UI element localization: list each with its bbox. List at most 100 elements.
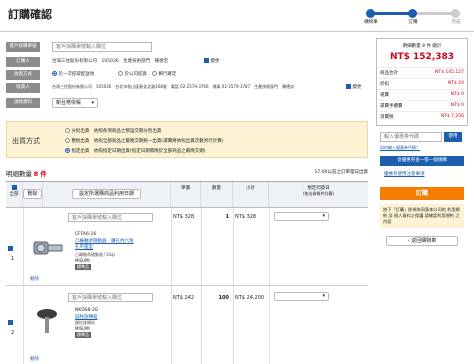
quantity[interactable]: 1: [201, 214, 229, 220]
quote-button[interactable]: 從優惠券查一張一個請購: [380, 156, 464, 166]
product-image: [30, 232, 64, 262]
radio-icon: [118, 71, 123, 76]
payment-label: 請款資料: [6, 98, 40, 108]
delivery-option-1[interactable]: 於一次提取配送地: [52, 71, 94, 77]
standard-badge: 標準品: [75, 264, 91, 270]
items-title: 明細數量: [6, 170, 32, 178]
delivery-option-2[interactable]: 於公司提貨: [118, 71, 147, 77]
receiver-info: 台灣三住股份有限公司 105036 台北市松山區敦化北路168號 電話 02-2…: [52, 84, 295, 89]
summary-row: 折扣 NT$ 24: [377, 78, 467, 89]
quantity[interactable]: 100: [201, 295, 229, 301]
unit-price: NT$ 328: [173, 214, 195, 220]
radio-icon: [65, 128, 70, 133]
chevron-down-icon: ▾: [322, 213, 325, 219]
bulk-date-button[interactable]: 設定所選購商品利用日期: [71, 189, 141, 199]
summary-box: 明細數量 8 件 總計 NT$ 152,383 商品合計 NT$ 145,127 …: [376, 38, 468, 126]
coupon-input[interactable]: [380, 132, 442, 142]
receiver-label: 收貨人: [6, 83, 40, 93]
items-table: 全部 刪除 設定所選購商品利用日期 單價 數量 小計 預定到貨日 (依出貨條件計算…: [6, 181, 368, 364]
shipping-option-1[interactable]: 分批出貨 依照各項商品之預設交期分別出貨: [65, 128, 161, 134]
order-button[interactable]: 訂購: [380, 187, 464, 200]
items-header: 明細數量 8 件 17:00以前之訂單當日出貨: [6, 168, 368, 178]
shipping-method-box: 出貨方式 分批出貨 依照各項商品之預設交期分別出貨 整批出貨 依照全部商品之最晚…: [6, 121, 368, 158]
row-checkbox[interactable]: [8, 320, 13, 325]
step-dot-cart: [366, 9, 375, 18]
back-to-cart-button[interactable]: ‹ 返回購物車: [386, 236, 458, 246]
summary-row: 消費稅 NT$ 7,256: [377, 111, 467, 125]
product-image: [32, 306, 62, 340]
step-dot-order: [408, 9, 417, 18]
delete-header[interactable]: 刪除: [23, 182, 43, 208]
standard-badge: 標準品: [75, 332, 91, 338]
step-label-complete: 完成: [451, 20, 461, 25]
row-remark-input[interactable]: [68, 293, 153, 302]
coupon-help-link[interactable]: 如何輸入優惠券代碼？: [380, 145, 468, 151]
coupon-notice-link[interactable]: 優惠券使用注意事項: [384, 171, 468, 177]
row-checkbox[interactable]: [8, 246, 13, 251]
unit-price: NT$ 242: [173, 295, 195, 301]
row-delete-link[interactable]: 刪除: [30, 356, 39, 362]
radio-icon: [52, 71, 57, 76]
step-label-cart: 購物車: [364, 20, 378, 25]
ship-date-select[interactable]: ▾: [274, 212, 329, 221]
orderer-label: 訂購人: [6, 57, 40, 67]
orderer-info: 台灣三住股份有限公司 105036 生產技術部門 陳德忠: [52, 59, 169, 64]
items-count: 8 件: [33, 170, 47, 178]
summary-total-label: 明細數量 8 件 總計: [402, 44, 442, 49]
part-number: CFFA6-16: [75, 232, 97, 237]
shipping-label: 出貨方式: [12, 137, 40, 145]
ship-date-header: 預定到貨日 (依出貨條件計算): [269, 182, 368, 208]
order-summary-panel: 明細數量 8 件 總計 NT$ 152,383 商品合計 NT$ 145,127 …: [376, 38, 468, 246]
summary-total-value: NT$ 152,383: [389, 52, 455, 62]
bulk-date-header: 設定所選購商品利用日期: [43, 182, 171, 208]
payment-select[interactable]: 新台幣依帳 ▾: [52, 98, 98, 108]
row-number: 1: [11, 256, 15, 262]
terms-notice: 按下「訂購」即視為同意本公司的 利用規約 及 個人資料之保護 請確認利用規約 之…: [380, 204, 464, 228]
receiver-change[interactable]: 變更: [346, 84, 361, 90]
chevron-left-icon: ‹: [407, 238, 410, 244]
summary-row: 運費手續費 NT$ 0: [377, 100, 467, 111]
subtotal: NT$ 328: [235, 214, 257, 220]
delivery-label: 收貨方式: [6, 70, 40, 80]
radio-icon: [65, 148, 70, 153]
coupon-apply-button[interactable]: 使用: [444, 132, 462, 142]
coupon-row: 使用: [376, 132, 468, 142]
subtotal-header: 小計: [233, 182, 269, 208]
select-all-header[interactable]: 全部: [6, 182, 23, 208]
chevron-down-icon: ▾: [322, 293, 325, 299]
brand-label: MISUMI: [75, 258, 90, 263]
unit-price-header: 單價: [171, 182, 201, 208]
row-remark-input[interactable]: [68, 213, 153, 222]
orderer-change[interactable]: 變更: [204, 58, 219, 64]
step-line-done: [370, 12, 412, 15]
subtotal: NT$ 24,200: [235, 295, 265, 301]
qty-header: 數量: [201, 182, 233, 208]
row-number: 2: [11, 330, 15, 336]
chevron-down-icon: ▾: [91, 100, 94, 106]
radio-icon: [65, 138, 70, 143]
product-name-link[interactable]: 凸輪軸承隨動器 鑽孔內六角孔平面型: [75, 238, 137, 250]
step-label-order: 訂購: [408, 20, 418, 25]
part-number: NKDS6-20: [75, 308, 98, 313]
table-row: 1 CFFA6-16 凸輪軸承隨動器 鑽孔內六角孔平面型 凸輪軸承隨動器 (16…: [6, 208, 368, 286]
table-row: 2 NKDS6-20 圓柱旋轉鈕 圓柱旋轉鈕 MISUMI 標準品 刪除 NT$…: [6, 286, 368, 364]
header-divider: [0, 31, 474, 32]
shipping-note: 17:00以前之訂單當日出貨: [314, 170, 368, 175]
checkbox-icon: [11, 185, 17, 190]
step-dot-complete: [451, 9, 460, 18]
shipping-option-3[interactable]: 指定出貨 依照指定日期出貨(指定日期需晚於全部商品之最晚交期): [65, 148, 205, 154]
step-line-pending: [412, 12, 456, 15]
checkbox-icon: [204, 58, 209, 63]
brand-label: MISUMI: [75, 326, 90, 331]
page-title: 訂購確認: [8, 8, 52, 21]
order-no-label: 客戶採購單號: [6, 42, 40, 52]
order-no-input[interactable]: [52, 42, 152, 52]
delivery-option-3[interactable]: 郵行確定: [152, 71, 176, 77]
ship-date-select[interactable]: ▾: [274, 292, 329, 301]
shipping-option-2[interactable]: 整批出貨 依照全部商品之最晚交期統一出貨(運費將依照出貨次數另行計算): [65, 138, 223, 144]
row-delete-link[interactable]: 刪除: [30, 276, 39, 282]
checkbox-icon: [346, 84, 351, 89]
summary-row: 商品合計 NT$ 145,127: [377, 67, 467, 78]
summary-row: 運費 NT$ 0: [377, 89, 467, 100]
radio-icon: [152, 71, 157, 76]
